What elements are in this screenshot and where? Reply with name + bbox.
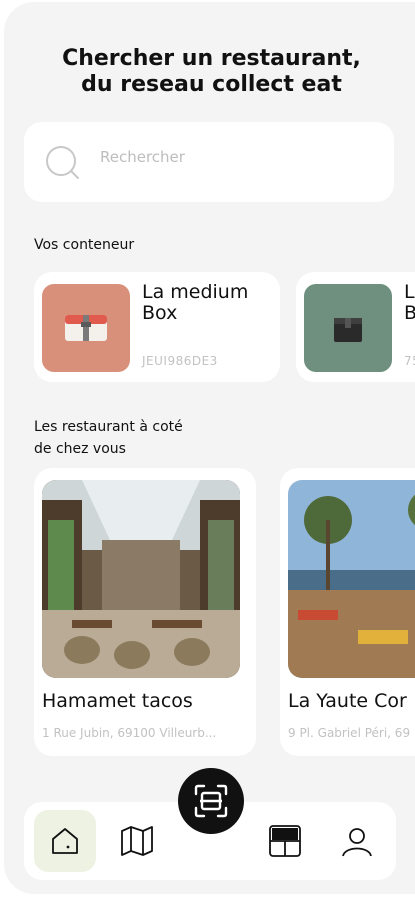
search-bar[interactable] [24,122,394,202]
nav-profile[interactable] [326,810,388,872]
box-icon [334,318,362,342]
scan-icon [194,784,228,818]
box-thumbnail [42,284,130,372]
scan-button[interactable] [178,768,244,834]
title-line-2: du reseau collect eat [81,72,342,97]
box-icon [65,315,107,341]
restaurant-card[interactable]: La Yaute Cor 9 Pl. Gabriel Péri, 69 [280,468,415,756]
restaurant-photo [42,480,240,678]
containers-section-title: Vos conteneur [34,237,135,253]
title-line-1: Chercher un restaurant, [62,46,361,71]
nav-map[interactable] [106,810,168,872]
map-icon [121,826,153,856]
restaurant-name: Hamamet tacos [42,690,193,712]
restaurant-address: 9 Pl. Gabriel Péri, 69 [288,726,411,740]
box-thumbnail [304,284,392,372]
restaurant-address: 1 Rue Jubin, 69100 Villeurb... [42,726,217,740]
restaurant-name: La Yaute Cor [288,690,407,712]
layout-icon [269,825,301,857]
restaurants-section-title: Les restaurant à coté de chez vous [34,419,183,457]
home-icon [52,828,78,854]
app-screen: Chercher un restaurant, du reseau collec… [4,2,415,894]
search-input[interactable] [100,148,350,166]
search-icon [44,144,82,186]
restaurant-photo [288,480,415,678]
container-code: JEUI986DE3 [142,354,218,368]
page-title: Chercher un restaurant, du reseau collec… [4,46,415,98]
container-code: 75 [404,354,415,368]
container-name: Le B [404,281,415,324]
container-name: La medium Box [142,281,249,324]
profile-icon [342,828,372,857]
container-card[interactable]: La medium Box JEUI986DE3 [34,272,280,382]
nav-home[interactable] [34,810,96,872]
restaurant-card[interactable]: Hamamet tacos 1 Rue Jubin, 69100 Villeur… [34,468,256,756]
nav-layout[interactable] [254,810,316,872]
container-card[interactable]: Le B 75 [296,272,415,382]
